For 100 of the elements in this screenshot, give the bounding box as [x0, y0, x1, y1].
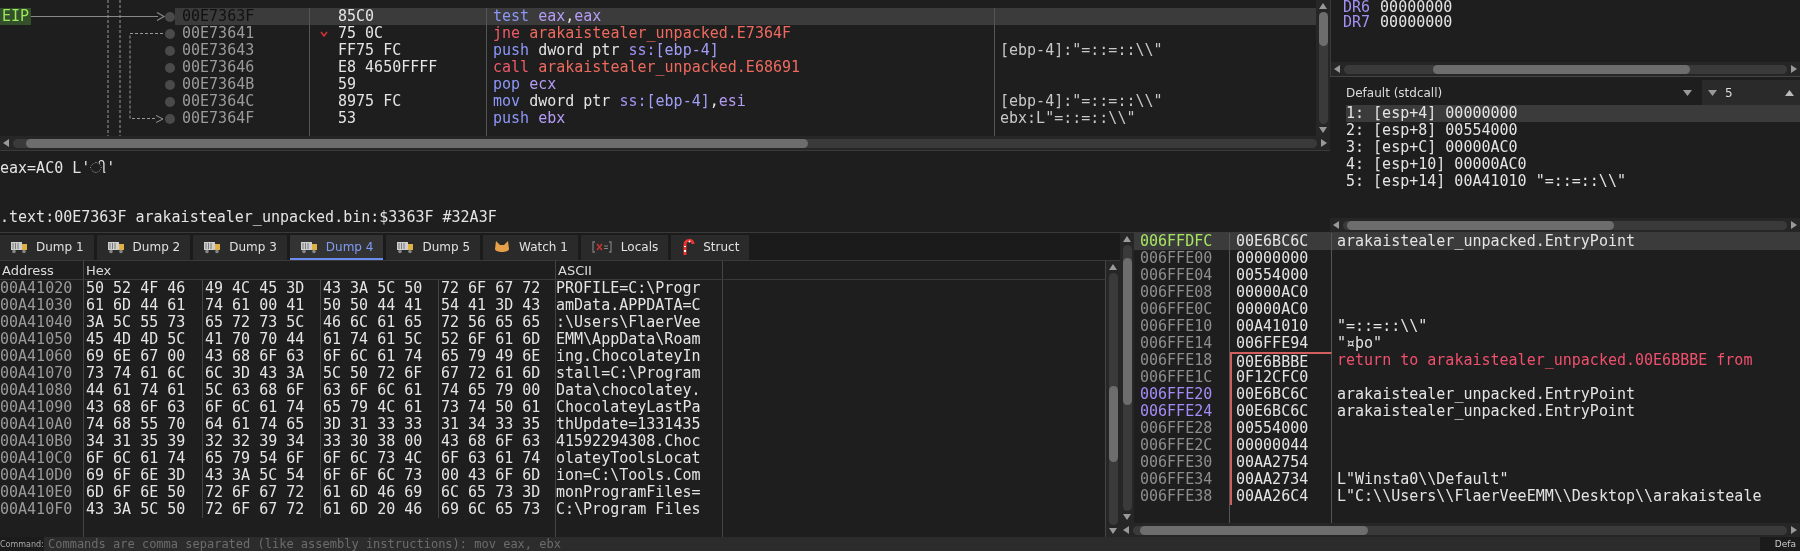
stack-row[interactable]: 006FFE10 00A41010 "=::=::\\" — [1134, 318, 1800, 335]
vertical-scrollbar[interactable] — [1316, 0, 1330, 136]
argument-row[interactable]: 1: [esp+4] 00000000 — [1346, 105, 1800, 122]
address-cell[interactable]: 00E7364C — [175, 93, 310, 110]
chevron-icon — [320, 30, 328, 37]
stack-row[interactable]: 006FFE00 00000000 — [1134, 250, 1800, 267]
ascii-cell: 41592294308.Choc — [556, 433, 723, 450]
address-cell[interactable]: 00E73641 — [175, 25, 310, 42]
address-cell: 00A410C0 — [0, 450, 84, 467]
stack-row[interactable]: 006FFE34 00AA2734 L"Winsta0\\Default" — [1134, 471, 1800, 488]
vertical-scrollbar[interactable] — [1106, 261, 1120, 537]
address-cell: 006FFE04 — [1134, 267, 1230, 284]
hex-cell: 46 6C 61 65 — [320, 314, 438, 331]
ascii-cell: thUpdate=1331435 — [556, 416, 723, 433]
value-cell: 00000000 — [1230, 250, 1332, 267]
breakpoint-dot[interactable] — [165, 28, 175, 39]
horizontal-scrollbar[interactable] — [1330, 218, 1800, 232]
location-text: .text:00E7363F arakaistealer_unpacked.bin:$3363F #32A3F — [0, 209, 498, 226]
address-cell[interactable]: 00E7364F — [175, 110, 310, 127]
stack-row[interactable]: 006FFE04 00554000 — [1134, 267, 1800, 284]
stack-row[interactable]: 006FFE28 00554000 — [1134, 420, 1800, 437]
register-name: DR7 — [1343, 15, 1371, 30]
column-header: Address — [0, 261, 84, 279]
hex-cell: 65 72 73 5C — [202, 314, 320, 331]
tab[interactable]: Watch 1 — [483, 235, 578, 260]
tab[interactable]: Locals — [580, 235, 669, 260]
horizontal-scrollbar[interactable] — [0, 136, 1330, 150]
comment-text: [ebp-4]:"=::=::\\" — [999, 93, 1164, 110]
hex-cell-text: 61 6D 44 61 — [85, 297, 187, 314]
stack-row[interactable]: 006FFE14 006FFE94 "¤þo" — [1134, 335, 1800, 352]
hex-cell-text: 50 52 4F 46 — [85, 280, 187, 297]
stack-row[interactable]: 006FFE18 00E6BBBE return to arakaistealer_unpacked.00E6BBBE from — [1134, 352, 1800, 369]
stack-row[interactable]: 006FFE38 00AA26C4 L"C:\\Users\\FlaerVeeEMM\\Desktop\\arakaisteale — [1134, 488, 1800, 505]
hex-cell: 61 74 61 5C — [320, 331, 438, 348]
vertical-scrollbar[interactable] — [1120, 233, 1134, 523]
hex-cell-text: 6F 6C 61 74 — [85, 450, 187, 467]
value-cell: 00E6BC6C — [1230, 233, 1332, 250]
tab[interactable]: Dump 5 — [386, 235, 481, 260]
hex-cell-text: 43 3A 5C 50 — [85, 501, 187, 518]
count-spinner[interactable]: 5 — [1702, 80, 1800, 105]
hex-cell: 65 79 4C 61 — [320, 399, 438, 416]
argument-row[interactable]: 3: [esp+C] 00000AC0 — [1346, 139, 1800, 156]
convention-dropdown[interactable]: Default (stdcall) — [1330, 80, 1702, 105]
address-cell[interactable]: 00E73646 — [175, 59, 310, 76]
bytes-text: FF75 FC — [338, 42, 402, 59]
tab[interactable]: Struct — [671, 235, 750, 260]
up-arrow-icon[interactable] — [1785, 89, 1794, 96]
truck-icon — [203, 239, 222, 254]
command-field[interactable]: Commands are comma separated (like assembly instructions): mov eax, ebx — [44, 537, 1760, 551]
stack-row[interactable]: 006FFE30 00AA2754 — [1134, 454, 1800, 471]
value-cell: 00AA26C4 — [1230, 488, 1332, 505]
hex-cell: 72 6F 67 72 — [202, 501, 320, 518]
tab[interactable]: Dump 3 — [193, 235, 287, 260]
address-cell: 00A41090 — [0, 399, 84, 416]
hex-cell-text: 73 74 61 6C — [85, 365, 187, 382]
breakpoint-dot[interactable] — [165, 45, 175, 56]
comment-text: L"Winsta0\\Default" — [1336, 471, 1510, 488]
bytes-text: 8975 FC — [338, 93, 402, 110]
stack-row[interactable]: 006FFDFC 00E6BC6C arakaistealer_unpacked.EntryPoint — [1134, 233, 1800, 250]
breakpoint-dot[interactable] — [165, 79, 175, 90]
stack-row[interactable]: 006FFE08 00000AC0 — [1134, 284, 1800, 301]
argument-row[interactable]: 2: [esp+8] 00554000 — [1346, 122, 1800, 139]
address-cell: 00A41020 — [0, 280, 84, 297]
tab[interactable]: Dump 4 — [289, 235, 384, 260]
instruction-text: push ebx — [487, 110, 995, 127]
breakpoint-dot[interactable] — [165, 62, 175, 73]
ascii-cell: Data\chocolatey. — [556, 382, 723, 399]
address-cell[interactable]: 00E7364B — [175, 76, 310, 93]
horizontal-scrollbar[interactable] — [1331, 62, 1800, 76]
address-cell[interactable]: 00E73643 — [175, 42, 310, 59]
hex-cell: 61 6D 46 69 — [320, 484, 438, 501]
register-value: 00000000 — [1380, 15, 1453, 30]
stack-row[interactable]: 006FFE1C 0F12CFC0 — [1134, 369, 1800, 386]
argument-row[interactable]: 5: [esp+14] 00A41010 "=::=::\\" — [1346, 173, 1800, 190]
breakpoint-dot[interactable] — [165, 11, 175, 22]
address-cell: 006FFE00 — [1134, 250, 1230, 267]
value-cell: 00E6BC6C — [1230, 403, 1332, 420]
breakpoint-dot[interactable] — [165, 96, 175, 107]
ascii-cell: ChocolateyLastPa — [556, 399, 723, 416]
caret-icon — [1683, 89, 1692, 96]
comment-text: arakaistealer_unpacked.EntryPoint — [1336, 386, 1636, 403]
instruction-text: mov dword ptr ss:[ebp-4],esi — [487, 93, 995, 110]
hex-cell-text: 74 68 55 70 — [85, 416, 187, 433]
breakpoint-dot[interactable] — [165, 113, 175, 124]
stack-row[interactable]: 006FFE24 00E6BC6C arakaistealer_unpacked.EntryPoint — [1134, 403, 1800, 420]
tab[interactable]: Dump 2 — [96, 235, 191, 260]
stack-row[interactable]: 006FFE2C 00000044 — [1134, 437, 1800, 454]
truck-icon — [106, 239, 125, 254]
hex-cell: 63 6F 6C 61 — [320, 382, 438, 399]
hex-cell: 64 61 74 65 — [202, 416, 320, 433]
address-cell: 00A41030 — [0, 297, 84, 314]
address-cell: 00A410A0 — [0, 416, 84, 433]
address-cell: 006FFE14 — [1134, 335, 1230, 352]
stack-row[interactable]: 006FFE0C 00000AC0 — [1134, 301, 1800, 318]
horizontal-scrollbar[interactable] — [1120, 523, 1800, 537]
argument-row[interactable]: 4: [esp+10] 00000AC0 — [1346, 156, 1800, 173]
comment-text: arakaistealer_unpacked.EntryPoint — [1336, 233, 1636, 250]
stack-row[interactable]: 006FFE20 00E6BC6C arakaistealer_unpacked.EntryPoint — [1134, 386, 1800, 403]
hex-cell: 6F 6C 73 4C — [320, 450, 438, 467]
tab[interactable]: Dump 1 — [0, 235, 94, 260]
